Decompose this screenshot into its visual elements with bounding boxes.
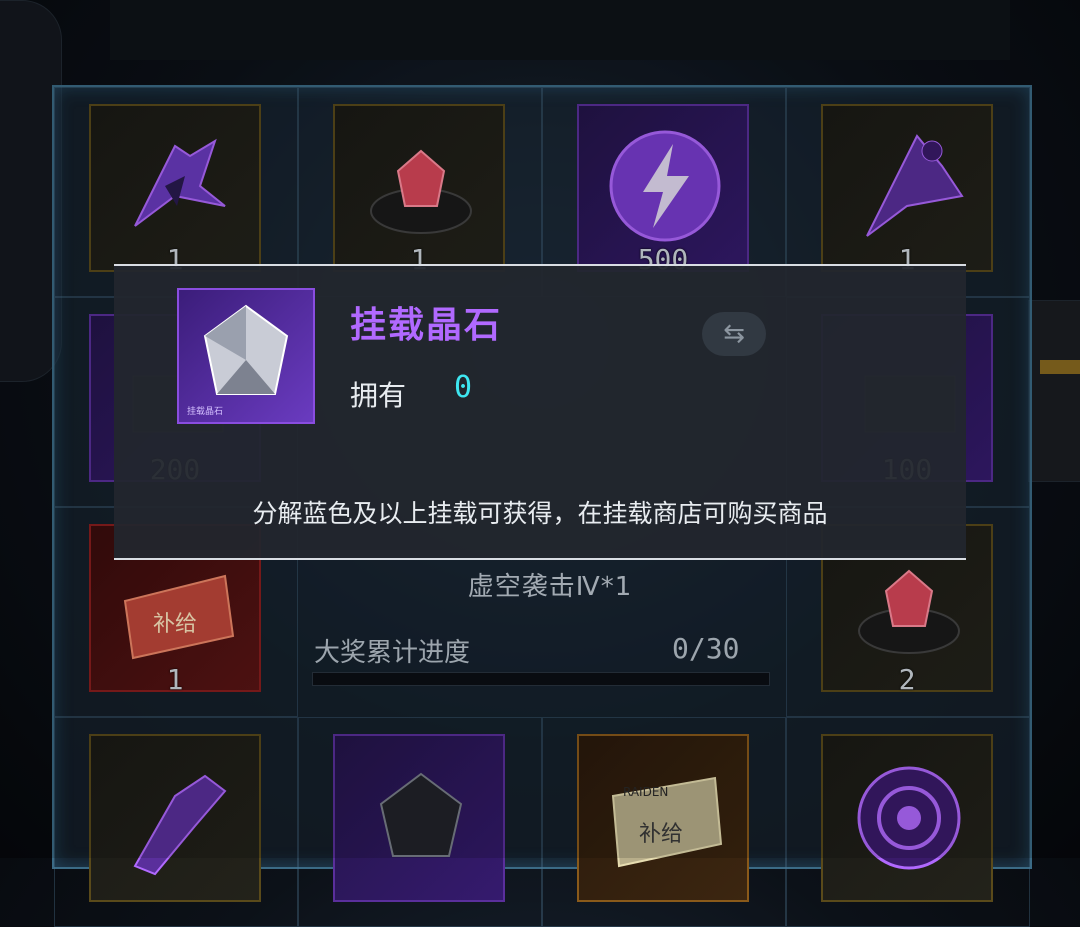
popup-title: 挂载晶石 xyxy=(350,305,503,346)
item-tooltip: 挂载晶石 挂载晶石 拥有 0 ⇆ 分解蓝色及以上挂载可获得，在挂载商店可购买商品 xyxy=(114,264,966,560)
owned-label: 拥有 xyxy=(350,379,407,412)
swap-icon[interactable]: ⇆ xyxy=(702,312,766,356)
owned-value: 0 xyxy=(454,370,473,405)
mount-crystal-caption: 挂载晶石 xyxy=(187,405,223,417)
popup-description: 分解蓝色及以上挂载可获得，在挂载商店可购买商品 xyxy=(252,499,828,528)
mount-crystal-icon: 挂载晶石 xyxy=(177,288,315,424)
